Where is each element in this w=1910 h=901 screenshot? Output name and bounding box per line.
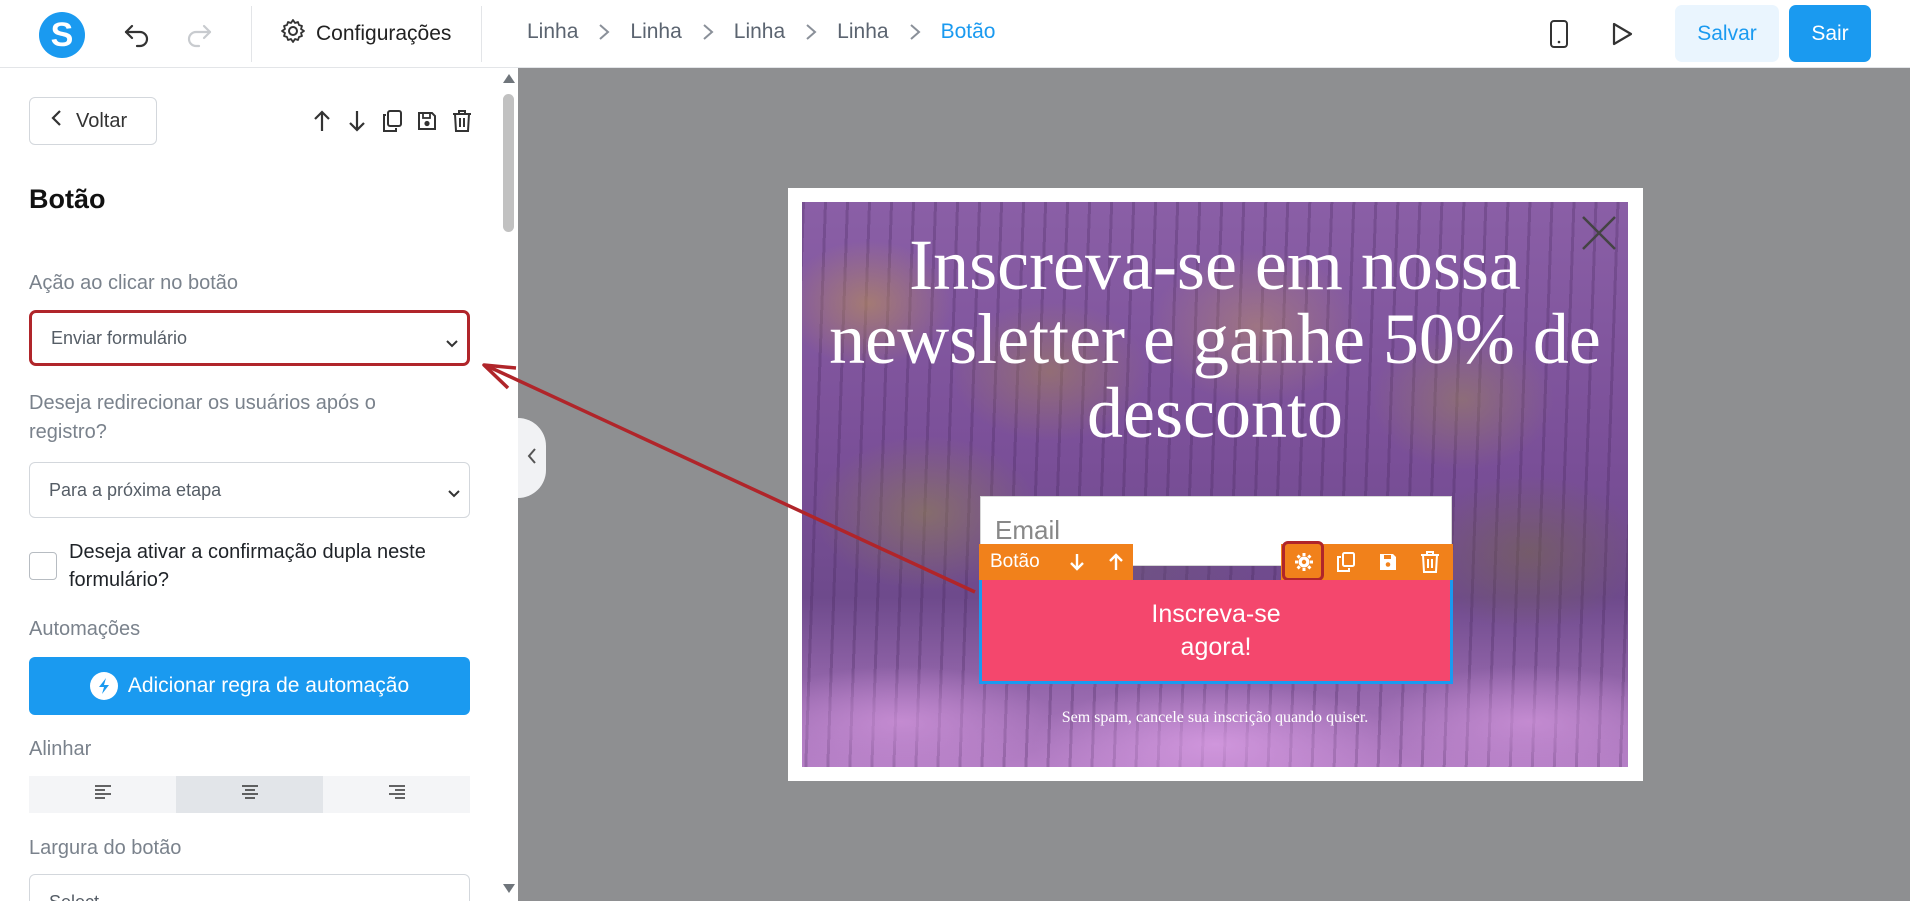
chevron-right-icon — [682, 23, 734, 41]
redo-icon[interactable] — [182, 18, 216, 52]
arrow-up-icon[interactable] — [310, 108, 334, 134]
breadcrumb-item[interactable]: Linha — [630, 20, 681, 44]
redirect-select-value: Para a próxima etapa — [49, 479, 222, 500]
properties-panel: Voltar Botão Ação ao clicar no botão Env… — [0, 68, 518, 901]
element-tools — [310, 108, 474, 134]
redirect-select[interactable]: Para a próxima etapa — [29, 462, 470, 518]
breadcrumb-item[interactable]: Linha — [527, 20, 578, 44]
element-type-label: Botão — [979, 544, 1133, 580]
chevron-right-icon — [785, 23, 837, 41]
top-bar: S Configurações Linha Linha Linha Linha … — [0, 0, 1910, 68]
align-control — [29, 776, 470, 813]
breadcrumb-current[interactable]: Botão — [941, 20, 996, 44]
chevron-left-icon — [50, 109, 62, 133]
cta-line: Inscreva-se agora! — [1151, 600, 1281, 661]
add-automation-label: Adicionar regra de automação — [127, 674, 410, 697]
chevron-down-icon — [447, 483, 461, 504]
element-type-text: Botão — [990, 551, 1040, 572]
breadcrumb-item[interactable]: Linha — [734, 20, 785, 44]
action-select[interactable]: Enviar formulário — [29, 310, 470, 366]
save-button[interactable]: Salvar — [1675, 5, 1779, 62]
chevron-right-icon — [578, 23, 630, 41]
double-optin-label: Deseja ativar a confirmação dupla neste … — [69, 541, 426, 591]
chevron-down-icon — [447, 895, 461, 901]
automations-label: Automações — [29, 618, 141, 640]
action-select-value: Enviar formulário — [51, 327, 188, 348]
play-preview-icon[interactable] — [1604, 16, 1640, 52]
popup-heading[interactable]: Inscreva-se em nossa newsletter e ganhe … — [802, 228, 1628, 450]
arrow-down-icon[interactable] — [345, 108, 369, 134]
gear-annotation-highlight — [1282, 541, 1324, 581]
width-select-value: Select — [49, 892, 99, 901]
back-label: Voltar — [76, 109, 128, 132]
panel-title: Botão — [29, 184, 106, 214]
move-up-icon[interactable] — [1103, 549, 1129, 575]
delete-element-icon[interactable] — [1417, 549, 1443, 575]
move-down-icon[interactable] — [1064, 549, 1090, 575]
button-element-toolbar: Botão — [979, 541, 1453, 581]
double-optin-checkbox[interactable] — [29, 552, 57, 580]
settings-button[interactable]: Configurações — [280, 14, 451, 54]
toolbar-divider — [251, 6, 252, 62]
breadcrumb-item[interactable]: Linha — [837, 20, 888, 44]
toolbar-divider — [481, 6, 482, 62]
save-icon[interactable] — [415, 108, 439, 134]
trash-icon[interactable] — [450, 108, 474, 134]
mobile-preview-icon[interactable] — [1543, 16, 1575, 52]
align-right-icon — [388, 784, 406, 805]
scrollbar-thumb[interactable] — [503, 94, 514, 232]
copy-icon[interactable] — [380, 108, 404, 134]
align-right-button[interactable] — [323, 776, 470, 813]
align-left-button[interactable] — [29, 776, 176, 813]
gear-icon — [280, 18, 306, 50]
add-automation-button[interactable]: Adicionar regra de automação — [29, 657, 470, 715]
settings-label: Configurações — [316, 22, 452, 45]
align-center-icon — [241, 784, 259, 805]
align-left-icon — [94, 784, 112, 805]
app-logo[interactable]: S — [39, 12, 85, 58]
undo-icon[interactable] — [120, 18, 154, 52]
exit-button[interactable]: Sair — [1789, 5, 1871, 62]
scroll-up-arrow[interactable] — [503, 74, 515, 83]
chevron-left-icon — [527, 447, 537, 470]
chevron-down-icon — [445, 333, 459, 354]
width-select[interactable]: Select — [29, 874, 470, 901]
align-label: Alinhar — [29, 738, 92, 760]
chevron-right-icon — [889, 23, 941, 41]
back-button[interactable]: Voltar — [29, 97, 157, 145]
scroll-down-arrow[interactable] — [503, 884, 515, 893]
breadcrumb: Linha Linha Linha Linha Botão — [527, 20, 995, 44]
align-center-button[interactable] — [176, 776, 323, 813]
duplicate-icon[interactable] — [1333, 549, 1359, 575]
action-label: Ação ao clicar no botão — [29, 272, 239, 294]
popup-footnote[interactable]: Sem spam, cancele sua inscrição quando q… — [802, 709, 1628, 727]
redirect-label: Deseja redirecionar os usuários após o r… — [29, 392, 376, 443]
save-element-icon[interactable] — [1375, 549, 1401, 575]
bolt-icon — [89, 672, 118, 700]
width-label: Largura do botão — [29, 837, 182, 859]
subscribe-cta-button[interactable]: Inscreva-se agora! — [979, 580, 1453, 684]
